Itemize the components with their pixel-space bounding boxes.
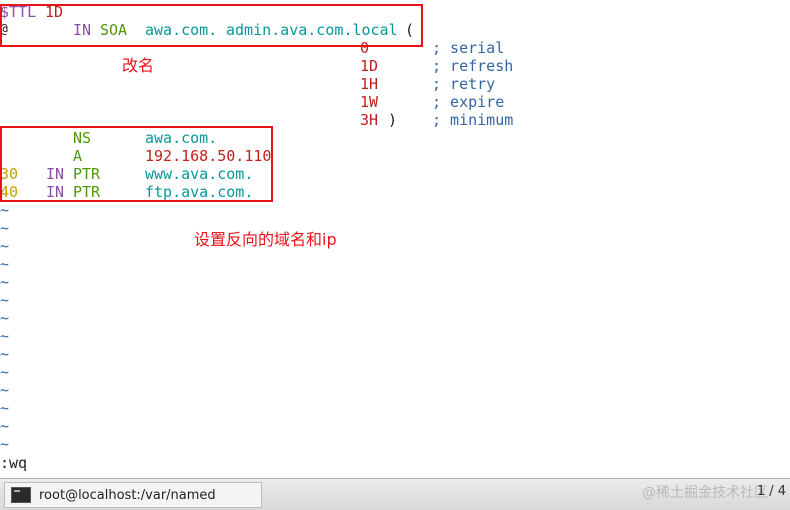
soa-retry-value: 1H bbox=[360, 75, 379, 93]
soa-minimum-comment: ; minimum bbox=[432, 111, 514, 129]
terminal-icon bbox=[11, 487, 31, 503]
empty-line-tilde: ~ bbox=[0, 417, 10, 435]
empty-line-tilde: ~ bbox=[0, 291, 10, 309]
empty-line-tilde: ~ bbox=[0, 273, 10, 291]
empty-line-tilde: ~ bbox=[0, 309, 10, 327]
soa-close-paren: ) bbox=[388, 111, 398, 129]
soa-minimum-value: 3H bbox=[360, 111, 379, 129]
soa-refresh-value: 1D bbox=[360, 57, 379, 75]
empty-line-tilde: ~ bbox=[0, 255, 10, 273]
soa-expire-value: 1W bbox=[360, 93, 379, 111]
empty-line-tilde: ~ bbox=[0, 381, 10, 399]
soa-serial-comment: ; serial bbox=[432, 39, 505, 57]
workspace-pager[interactable]: 1 / 4 bbox=[742, 484, 786, 504]
soa-refresh-comment: ; refresh bbox=[432, 57, 514, 75]
soa-expire-comment: ; expire bbox=[432, 93, 505, 111]
empty-line-tilde: ~ bbox=[0, 327, 10, 345]
vim-editor[interactable]: $TTL 1D @ IN SOA awa.com. admin.ava.com.… bbox=[0, 0, 790, 478]
empty-line-tilde: ~ bbox=[0, 345, 10, 363]
terminal-window-label: root@localhost:/var/named bbox=[39, 487, 216, 503]
empty-line-tilde: ~ bbox=[0, 435, 10, 453]
empty-line-tilde: ~ bbox=[0, 219, 10, 237]
empty-line-tilde: ~ bbox=[0, 363, 10, 381]
empty-line-tilde: ~ bbox=[0, 237, 10, 255]
rename-annotation: 改名 bbox=[122, 56, 155, 75]
rename-highlight-box bbox=[0, 4, 423, 47]
soa-retry-comment: ; retry bbox=[432, 75, 496, 93]
reverse-records-highlight-box bbox=[0, 126, 273, 202]
command-line[interactable]: :wq bbox=[0, 454, 27, 472]
reverse-annotation: 设置反向的域名和ip bbox=[194, 230, 337, 249]
empty-line-tilde: ~ bbox=[0, 201, 10, 219]
empty-line-tilde: ~ bbox=[0, 399, 10, 417]
terminal-window-task[interactable]: root@localhost:/var/named bbox=[4, 482, 262, 508]
